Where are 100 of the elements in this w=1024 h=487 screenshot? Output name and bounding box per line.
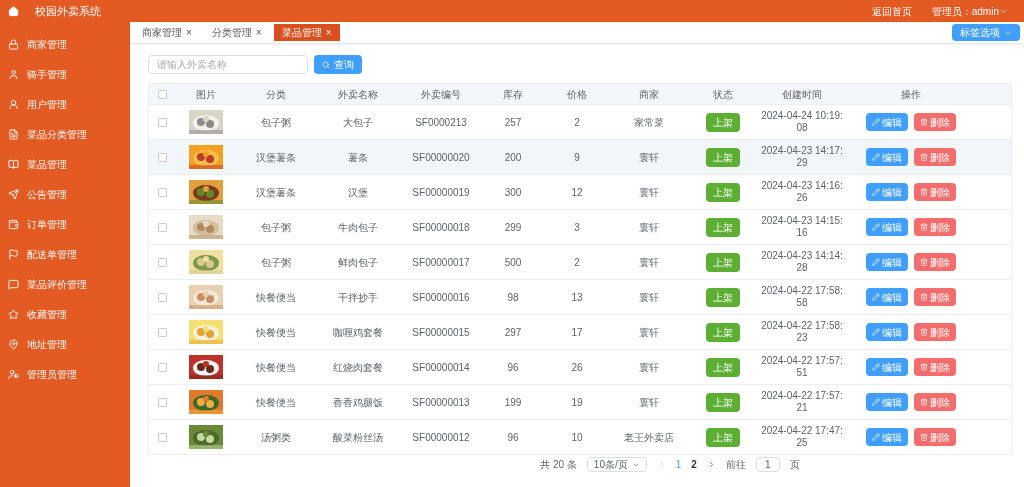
table-cell-text: 17 — [570, 325, 584, 340]
checkbox[interactable] — [157, 117, 167, 127]
table-cell-text: 2024-04-23 14:17:29 — [760, 145, 844, 169]
search-button[interactable]: 查询 — [314, 55, 362, 74]
table-cell-text: 2024-04-24 10:19:08 — [760, 110, 844, 134]
pencil-icon — [872, 258, 880, 266]
table-cell-text: SF00000018 — [411, 220, 471, 235]
tab[interactable]: 菜品管理 × — [273, 24, 340, 41]
checkbox[interactable] — [157, 397, 167, 407]
checkbox[interactable] — [157, 222, 167, 232]
delete-button[interactable]: 删除 — [914, 253, 956, 271]
sidebar-item[interactable]: 菜品评价管理 — [0, 269, 130, 299]
edit-button[interactable]: 编辑 — [866, 218, 908, 236]
sidebar-item[interactable]: 公告管理 — [0, 179, 130, 209]
checkbox[interactable] — [157, 152, 167, 162]
table-cell-text: 98 — [506, 290, 520, 305]
home-link[interactable]: 返回首页 — [871, 3, 912, 19]
sidebar-item[interactable]: 用户管理 — [0, 89, 130, 119]
sidebar-item[interactable]: 收藏管理 — [0, 299, 130, 329]
search-field[interactable]: 请输入外卖名称 — [148, 55, 308, 74]
edit-button[interactable]: 编辑 — [866, 323, 908, 341]
table-cell-text: SF00000014 — [411, 360, 471, 375]
lock-icon — [8, 38, 19, 50]
edit-button[interactable]: 编辑 — [866, 288, 908, 306]
status-tag: 上架 — [706, 182, 740, 202]
pencil-icon — [872, 223, 880, 231]
table-cell-text: 快餐便当 — [255, 325, 297, 340]
page-size-select[interactable]: 10条/页 — [586, 457, 647, 472]
table-cell-text: 2024-04-22 17:57:21 — [760, 390, 844, 414]
table-cell-text: 包子粥 — [260, 115, 292, 130]
table-cell-text: 96 — [506, 360, 520, 375]
table-cell-text: 寰轩 — [638, 290, 660, 305]
page-number[interactable]: 1 — [675, 457, 682, 472]
table-cell-text: SF00000017 — [411, 255, 471, 270]
checkbox[interactable] — [157, 292, 167, 302]
edit-button[interactable]: 编辑 — [866, 253, 908, 271]
delete-button[interactable]: 删除 — [914, 393, 956, 411]
page-number[interactable]: 2 — [691, 457, 697, 472]
pencil-icon — [872, 328, 880, 336]
pencil-icon — [872, 293, 880, 301]
table-cell-text: 12 — [570, 185, 584, 200]
delete-button[interactable]: 删除 — [914, 113, 956, 131]
sidebar-item[interactable]: 商家管理 — [0, 29, 130, 59]
table-cell-text: 2024-04-22 17:57:51 — [760, 355, 844, 379]
checkbox[interactable] — [157, 432, 167, 442]
table-row[interactable]: 汉堡薯条 薯条 SF00000020 200 9 寰轩 上架 2024-04-23 14:17:29 编辑 删除 — [149, 139, 1011, 174]
close-icon[interactable]: × — [325, 25, 332, 40]
page-input[interactable]: 1 — [755, 457, 780, 472]
page-unit: 页 — [789, 458, 800, 472]
status-tag: 上架 — [706, 147, 740, 167]
edit-button[interactable]: 编辑 — [866, 113, 908, 131]
sidebar-item[interactable]: 管理员管理 — [0, 359, 130, 389]
edit-button[interactable]: 编辑 — [866, 428, 908, 446]
column-header: 商家 — [638, 87, 660, 102]
edit-button[interactable]: 编辑 — [866, 393, 908, 411]
sidebar-item[interactable]: 地址管理 — [0, 329, 130, 359]
column-header: 创建时间 — [781, 87, 823, 102]
sidebar-item[interactable]: 订单管理 — [0, 209, 130, 239]
map-pin-icon — [8, 338, 19, 350]
column-header: 图片 — [195, 87, 217, 102]
table-cell-text: 299 — [503, 220, 523, 235]
status-tag: 上架 — [706, 357, 740, 377]
delete-button[interactable]: 删除 — [914, 358, 956, 376]
checkbox[interactable] — [157, 89, 167, 99]
edit-button[interactable]: 编辑 — [866, 358, 908, 376]
table-cell-text: 红烧肉套餐 — [332, 360, 384, 375]
trash-icon — [920, 398, 928, 406]
table-cell-text: 鲜肉包子 — [337, 255, 379, 270]
sidebar-item[interactable]: 菜品分类管理 — [0, 119, 130, 149]
edit-button[interactable]: 编辑 — [866, 183, 908, 201]
checkbox[interactable] — [157, 187, 167, 197]
user-menu[interactable]: 管理员：admin — [931, 3, 1008, 19]
checkbox[interactable] — [157, 327, 167, 337]
table-cell-text: 寰轩 — [638, 150, 660, 165]
table-cell-text: 300 — [503, 185, 523, 200]
table-cell-text: 汉堡薯条 — [255, 150, 297, 165]
delete-button[interactable]: 删除 — [914, 183, 956, 201]
table-cell-text: 咖喱鸡套餐 — [332, 325, 384, 340]
tab-options-button[interactable]: 标签选项 — [952, 24, 1020, 41]
delete-button[interactable]: 删除 — [914, 218, 956, 236]
sidebar-item[interactable]: 配送单管理 — [0, 239, 130, 269]
delete-button[interactable]: 删除 — [914, 428, 956, 446]
close-icon[interactable]: × — [186, 25, 192, 40]
column-header: 价格 — [566, 87, 588, 102]
sidebar-item[interactable]: 骑手管理 — [0, 59, 130, 89]
pencil-icon — [872, 153, 880, 161]
home-icon[interactable] — [8, 5, 19, 17]
edit-button[interactable]: 编辑 — [866, 148, 908, 166]
close-icon[interactable]: × — [255, 25, 262, 40]
delete-button[interactable]: 删除 — [914, 148, 956, 166]
document-icon — [8, 128, 19, 140]
checkbox[interactable] — [157, 362, 167, 372]
checkbox[interactable] — [157, 257, 167, 267]
delete-button[interactable]: 删除 — [914, 288, 956, 306]
pencil-icon — [872, 118, 880, 126]
flag-icon — [8, 248, 19, 260]
app-title: 校园外卖系统 — [35, 3, 101, 19]
admin-icon — [8, 368, 19, 380]
delete-button[interactable]: 删除 — [914, 323, 956, 341]
sidebar-item[interactable]: 菜品管理 — [0, 149, 130, 179]
